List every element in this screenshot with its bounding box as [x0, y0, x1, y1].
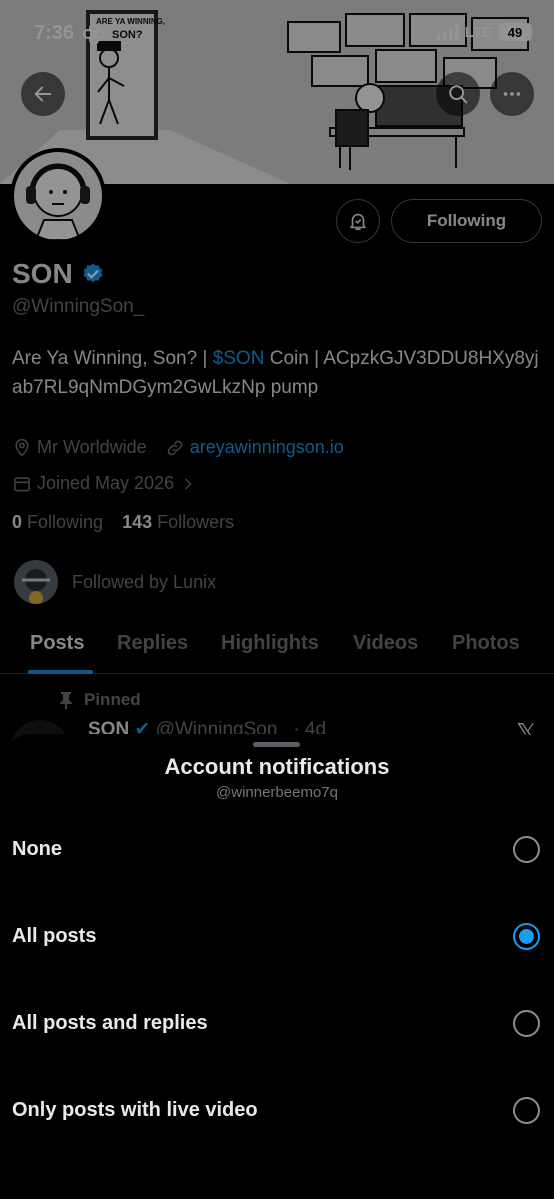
sheet-title: Account notifications — [164, 754, 390, 779]
sheet-subtitle: @winnerbeemo7q — [216, 784, 338, 801]
option-label: All posts — [12, 924, 97, 947]
notification-option-all-posts[interactable]: All posts — [0, 906, 554, 966]
radio-button-selected[interactable] — [513, 922, 540, 950]
notification-option-all-posts-and-replies[interactable]: All posts and replies — [0, 993, 554, 1053]
radio-button[interactable] — [513, 1009, 540, 1037]
sheet-grabber-handle[interactable] — [253, 742, 300, 747]
radio-button[interactable] — [513, 835, 540, 863]
notification-option-none[interactable]: None — [0, 819, 554, 879]
option-label: All posts and replies — [12, 1011, 208, 1034]
option-label: None — [12, 837, 62, 860]
account-notifications-sheet: Account notifications @winnerbeemo7q Non… — [0, 734, 554, 1199]
notification-option-live-video[interactable]: Only posts with live video — [0, 1080, 554, 1140]
option-label: Only posts with live video — [12, 1098, 258, 1121]
radio-button[interactable] — [513, 1096, 540, 1124]
